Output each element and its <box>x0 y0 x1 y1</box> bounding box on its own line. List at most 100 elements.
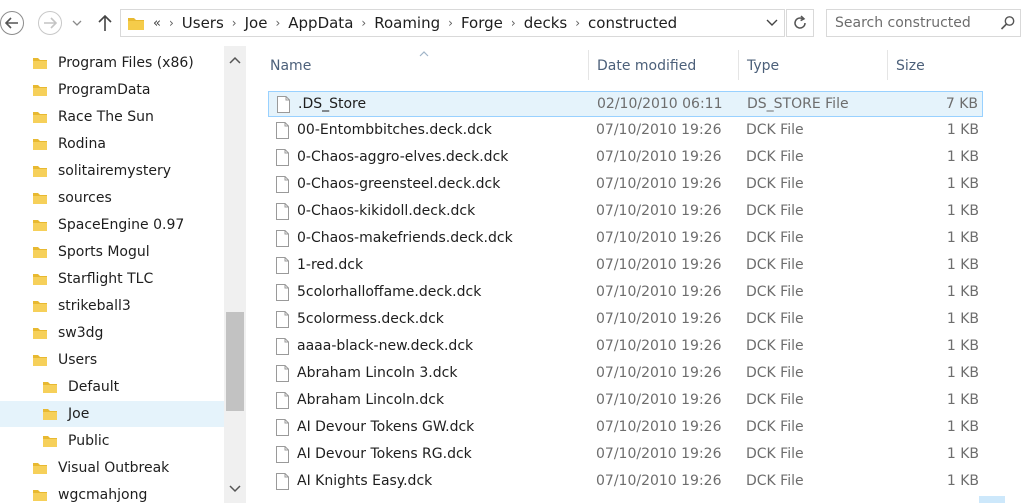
nav-item[interactable]: Users <box>0 347 224 373</box>
nav-scrollbar[interactable] <box>224 46 246 503</box>
file-name: AI Devour Tokens RG.dck <box>297 446 472 462</box>
file-type: DCK File <box>746 149 804 165</box>
file-date: 07/10/2010 19:26 <box>596 203 722 219</box>
nav-item[interactable]: Public <box>0 428 224 454</box>
breadcrumb-forge[interactable]: Forge <box>461 14 503 32</box>
search-box[interactable] <box>826 9 1021 37</box>
breadcrumb-decks[interactable]: decks <box>524 14 568 32</box>
file-icon <box>276 149 289 170</box>
file-icon <box>276 419 289 440</box>
file-type: DCK File <box>746 419 804 435</box>
address-history-button[interactable] <box>766 16 778 34</box>
file-row[interactable]: AI Devour Tokens RG.dck 07/10/2010 19:26 D… <box>268 442 983 468</box>
folder-icon <box>32 353 48 367</box>
nav-item-label: Visual Outbreak <box>58 460 170 476</box>
file-row[interactable]: 0-Chaos-aggro-elves.deck.dck 07/10/2010 1… <box>268 145 983 171</box>
file-icon <box>276 392 289 413</box>
nav-item[interactable]: Joe <box>0 401 224 427</box>
back-button[interactable] <box>0 11 24 35</box>
file-type: DCK File <box>746 284 804 300</box>
file-name: 5colormess.deck.dck <box>297 311 444 327</box>
breadcrumb-joe[interactable]: Joe <box>245 14 268 32</box>
nav-item[interactable]: Visual Outbreak <box>0 455 224 481</box>
column-header-name-label: Name <box>270 58 312 74</box>
nav-item[interactable]: strikeball3 <box>0 293 224 319</box>
file-size: 1 KB <box>946 446 979 462</box>
file-row[interactable]: 5colorhalloffame.deck.dck 07/10/2010 19:2… <box>268 280 983 306</box>
breadcrumb-separator-icon[interactable]: › <box>169 16 174 30</box>
file-row[interactable]: 0-Chaos-makefriends.deck.dck 07/10/2010 1… <box>268 226 983 252</box>
file-date: 07/10/2010 19:26 <box>596 338 722 354</box>
forward-button[interactable] <box>38 11 62 35</box>
column-header-date[interactable]: Date modified <box>589 46 739 86</box>
nav-item[interactable]: Program Files (x86) <box>0 50 224 76</box>
file-name: 00-Entombbitches.deck.dck <box>297 122 492 138</box>
breadcrumb-separator-icon[interactable]: › <box>232 16 237 30</box>
file-row[interactable]: aaaa-black-new.deck.dck 07/10/2010 19:26 D… <box>268 334 983 360</box>
breadcrumb-separator-icon[interactable]: › <box>575 16 580 30</box>
search-icon[interactable] <box>1000 15 1016 31</box>
file-row[interactable]: 00-Entombbitches.deck.dck 07/10/2010 19:2… <box>268 118 983 144</box>
scroll-thumb[interactable] <box>226 312 244 411</box>
file-icon <box>276 446 289 467</box>
breadcrumb-separator-icon[interactable]: › <box>448 16 453 30</box>
column-header-type[interactable]: Type <box>739 46 888 86</box>
file-icon <box>276 365 289 386</box>
breadcrumb-overflow[interactable]: « <box>153 16 161 31</box>
file-row[interactable]: AI Devour Tokens GW.dck 07/10/2010 19:26 D… <box>268 415 983 441</box>
file-size: 1 KB <box>946 284 979 300</box>
nav-item[interactable]: wgcmahjong <box>0 482 224 503</box>
folder-icon <box>128 18 144 30</box>
nav-item[interactable]: SpaceEngine 0.97 <box>0 212 224 238</box>
nav-item-label: sources <box>58 190 112 206</box>
file-row[interactable]: Abraham Lincoln.dck 07/10/2010 19:26 DCK F… <box>268 388 983 414</box>
address-bar[interactable]: « › Users › Joe › AppData › Roaming › Fo… <box>120 9 785 37</box>
nav-item[interactable]: solitairemystery <box>0 158 224 184</box>
nav-item[interactable]: sources <box>0 185 224 211</box>
scroll-down-button[interactable] <box>224 475 246 503</box>
folder-icon <box>32 83 48 97</box>
nav-item[interactable]: Sports Mogul <box>0 239 224 265</box>
search-input[interactable] <box>835 15 995 31</box>
up-button[interactable] <box>96 13 114 33</box>
refresh-icon <box>794 15 806 29</box>
nav-item[interactable]: Race The Sun <box>0 104 224 130</box>
file-row[interactable]: .DS_Store 02/10/2010 06:11 DS_STORE File 7 … <box>268 91 983 117</box>
file-row[interactable]: 1-red.dck 07/10/2010 19:26 DCK File 1 KB <box>268 253 983 279</box>
file-row[interactable]: 0-Chaos-greensteel.deck.dck 07/10/2010 19… <box>268 172 983 198</box>
file-row[interactable]: AI Knights Easy.dck 07/10/2010 19:26 DCK F… <box>268 469 983 495</box>
folder-icon <box>33 328 47 339</box>
breadcrumb-separator-icon[interactable]: › <box>275 16 280 30</box>
breadcrumb-constructed[interactable]: constructed <box>588 14 677 32</box>
column-header-name[interactable]: Name <box>262 46 589 86</box>
nav-item-label: ProgramData <box>58 82 151 98</box>
breadcrumb-roaming[interactable]: Roaming <box>374 14 440 32</box>
nav-item-label: Users <box>58 352 98 368</box>
file-icon <box>276 230 289 251</box>
folder-icon <box>32 56 48 70</box>
folder-icon <box>32 488 48 502</box>
nav-item[interactable]: ProgramData <box>0 77 224 103</box>
chevron-down-icon <box>229 485 241 493</box>
file-type: DCK File <box>746 311 804 327</box>
file-size: 1 KB <box>946 419 979 435</box>
refresh-button[interactable] <box>786 9 814 37</box>
breadcrumb-users[interactable]: Users <box>182 14 224 32</box>
folder-icon <box>32 245 48 259</box>
nav-item[interactable]: Rodina <box>0 131 224 157</box>
nav-item[interactable]: Default <box>0 374 224 400</box>
breadcrumb-separator-icon[interactable]: › <box>361 16 366 30</box>
file-date: 07/10/2010 19:26 <box>596 176 722 192</box>
breadcrumb-separator-icon[interactable]: › <box>511 16 516 30</box>
nav-item[interactable]: Starflight TLC <box>0 266 224 292</box>
column-header-size[interactable]: Size <box>888 46 988 86</box>
breadcrumb-appdata[interactable]: AppData <box>288 14 353 32</box>
file-row[interactable]: Abraham Lincoln 3.dck 07/10/2010 19:26 DCK… <box>268 361 983 387</box>
nav-item[interactable]: sw3dg <box>0 320 224 346</box>
file-row[interactable]: 0-Chaos-kikidoll.deck.dck 07/10/2010 19:2… <box>268 199 983 225</box>
folder-icon <box>33 220 47 231</box>
file-icon <box>276 122 289 143</box>
file-row[interactable]: 5colormess.deck.dck 07/10/2010 19:26 DCK F… <box>268 307 983 333</box>
scroll-up-button[interactable] <box>224 46 246 74</box>
recent-locations-button[interactable] <box>70 15 84 31</box>
